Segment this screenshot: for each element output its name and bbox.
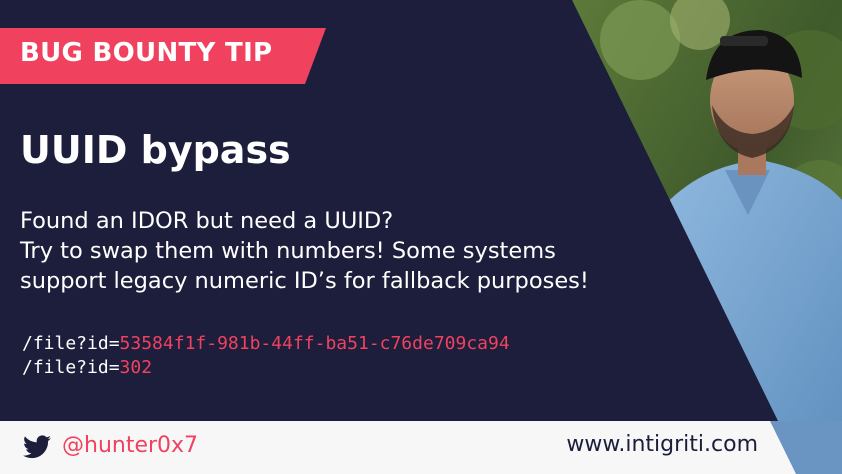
code-prefix: /file?id= [22, 357, 120, 378]
body-line: support legacy numeric ID’s for fallback… [20, 268, 589, 294]
badge-label: BUG BOUNTY TIP [20, 38, 273, 68]
code-prefix: /file?id= [22, 333, 120, 354]
code-value: 53584f1f-981b-44ff-ba51-c76de709ca94 [119, 333, 510, 354]
tip-card: BUG BOUNTY TIP UUID bypass Found an IDOR… [0, 0, 842, 474]
code-value: 302 [119, 357, 153, 378]
website-link[interactable]: www.intigriti.com [566, 432, 758, 457]
code-examples: /file?id=53584f1f-981b-44ff-ba51-c76de70… [22, 332, 510, 380]
photo-footer-edge [770, 421, 842, 474]
tip-body: Found an IDOR but need a UUID? Try to sw… [20, 206, 710, 296]
tip-title: UUID bypass [20, 128, 291, 172]
code-line: /file?id=53584f1f-981b-44ff-ba51-c76de70… [22, 332, 510, 356]
code-line: /file?id=302 [22, 356, 510, 380]
body-line: Try to swap them with numbers! Some syst… [20, 238, 556, 264]
twitter-handle[interactable]: @hunter0x7 [62, 433, 198, 458]
twitter-bird-icon[interactable] [23, 435, 51, 459]
body-line: Found an IDOR but need a UUID? [20, 208, 394, 234]
